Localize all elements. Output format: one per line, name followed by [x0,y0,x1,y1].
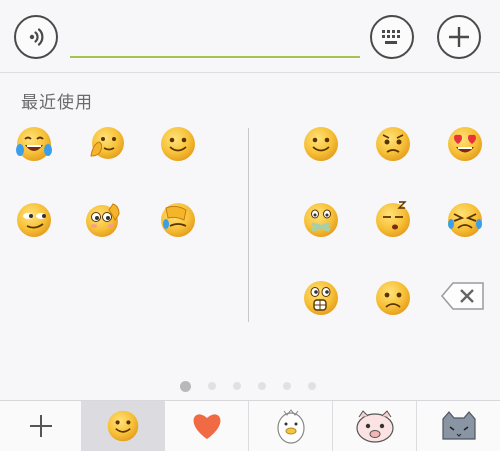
page-dot[interactable] [233,382,241,390]
shut-mouth-emoji[interactable] [301,200,341,240]
input-toolbar [0,0,500,73]
tab-favorites[interactable] [165,401,249,451]
tab-pig-stickers[interactable] [333,401,417,451]
sleepy-emoji[interactable] [373,200,413,240]
recent-section-label: 最近使用 [21,93,93,113]
backspace-button[interactable] [441,282,485,310]
smiley-tab-icon [107,410,139,442]
voice-input-button[interactable] [14,15,58,59]
tears-of-joy-emoji[interactable] [14,124,54,164]
facepalm-emoji[interactable] [158,200,198,240]
keyboard-icon [382,30,400,44]
voice-icon [29,28,44,46]
thinking-hand-emoji[interactable] [86,124,126,164]
tab-duck-stickers[interactable] [249,401,333,451]
page-dot[interactable] [283,382,291,390]
page-indicator [0,381,500,394]
page-dot[interactable] [258,382,266,390]
sticker-tab-bar [0,400,500,451]
page-dot[interactable] [308,382,316,390]
tab-emoji[interactable] [82,401,165,451]
cat-sticker-icon [441,411,476,440]
frown-emoji[interactable] [373,278,413,318]
salute-emoji[interactable] [84,200,124,240]
heart-eyes-emoji[interactable] [445,124,485,164]
keyboard-button[interactable] [370,15,414,59]
page-dot[interactable] [208,382,216,390]
smile-emoji[interactable] [158,124,198,164]
shocked-emoji[interactable] [301,278,341,318]
smirk-emoji[interactable] [14,200,54,240]
duck-sticker-icon [276,409,305,444]
plus-icon [449,27,469,47]
heart-tab-icon [193,414,220,439]
add-icon [29,415,52,437]
tab-cat-stickers[interactable] [417,401,500,451]
worried-emoji[interactable] [373,124,413,164]
crying-angry-emoji[interactable] [445,200,485,240]
smile-emoji[interactable] [301,124,341,164]
column-divider [248,128,249,322]
more-button[interactable] [437,15,481,59]
tab-add[interactable] [0,401,82,451]
pig-sticker-icon [355,410,394,443]
message-input[interactable] [70,56,360,58]
page-dot-active[interactable] [180,381,191,392]
